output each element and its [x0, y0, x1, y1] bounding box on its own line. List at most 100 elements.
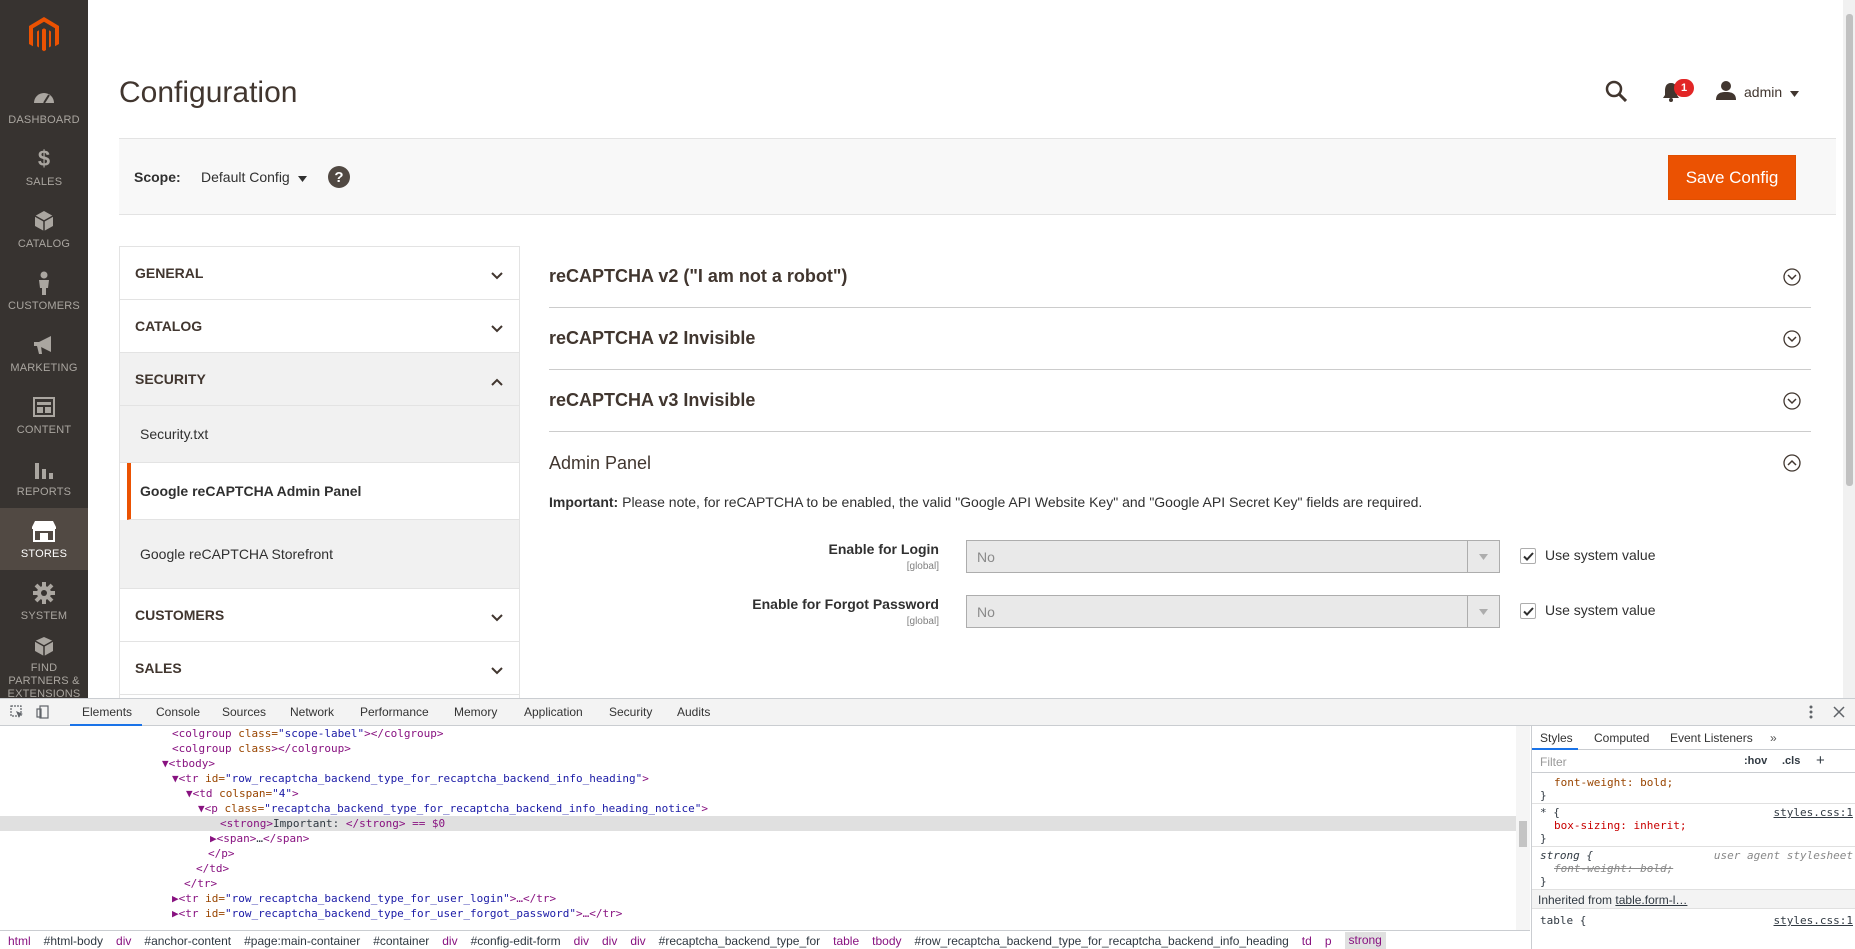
chevron-down-icon [491, 267, 503, 283]
breadcrumb-item[interactable]: div [116, 934, 131, 948]
devtools-tab-console[interactable]: Console [156, 705, 200, 719]
sidebar-item-system[interactable]: SYSTEM [0, 570, 88, 632]
section-recaptcha-v3-invisible[interactable]: reCAPTCHA v3 Invisible [549, 370, 1811, 432]
inherited-link[interactable]: table.form-l… [1615, 893, 1687, 907]
breadcrumb-item[interactable]: p [1325, 934, 1332, 948]
devtools-tab-audits[interactable]: Audits [677, 705, 710, 719]
devtools-tabbar: Elements Console Sources Network Perform… [0, 699, 1855, 726]
devtools-tab-network[interactable]: Network [290, 705, 334, 719]
breadcrumb-item[interactable]: #anchor-content [144, 934, 231, 948]
tab-customers[interactable]: CUSTOMERS [120, 589, 519, 642]
devtools-tab-security[interactable]: Security [609, 705, 652, 719]
chevron-down-icon [491, 662, 503, 678]
search-icon[interactable] [1605, 80, 1628, 107]
page-title: Configuration [119, 76, 298, 109]
sidebar-item-content[interactable]: CONTENT [0, 384, 88, 446]
device-toolbar-icon[interactable] [36, 705, 50, 724]
devtools-tab-sources[interactable]: Sources [222, 705, 266, 719]
sidebar-item-dashboard[interactable]: DASHBOARD [0, 74, 88, 136]
dom-scrollbar[interactable] [1516, 726, 1530, 930]
style-prop[interactable]: box-sizing: inherit; [1554, 819, 1686, 832]
dom-line[interactable]: ▼<tr id="row_recaptcha_backend_type_for_… [0, 771, 1516, 786]
dom-line[interactable]: ▼<tbody> [0, 756, 1516, 771]
person-icon [37, 270, 51, 296]
breadcrumb-item[interactable]: #row_recaptcha_backend_type_for_recaptch… [915, 934, 1289, 948]
breadcrumb-item[interactable]: #html-body [44, 934, 103, 948]
section-admin-panel[interactable]: Admin Panel [549, 432, 1811, 494]
page-scrollbar[interactable] [1843, 0, 1855, 698]
devtools-tab-memory[interactable]: Memory [454, 705, 497, 719]
help-icon[interactable]: ? [328, 166, 350, 188]
tab-catalog[interactable]: CATALOG [120, 300, 519, 353]
breadcrumb-item[interactable]: tbody [872, 934, 901, 948]
sidebar-item-customers[interactable]: CUSTOMERS [0, 260, 88, 322]
scrollbar-thumb[interactable] [1846, 14, 1853, 486]
sidebar-item-catalog[interactable]: CATALOG [0, 198, 88, 260]
sidebar-item-marketing[interactable]: MARKETING [0, 322, 88, 384]
style-prop[interactable]: font-weight: bold; [1554, 776, 1673, 789]
sidebar-item-reports[interactable]: REPORTS [0, 446, 88, 508]
dom-line-selected[interactable]: <strong>Important: </strong> == $0 [0, 816, 1516, 831]
section-recaptcha-v2[interactable]: reCAPTCHA v2 ("I am not a robot") [549, 246, 1811, 308]
caret-down-icon [1467, 541, 1499, 572]
subtab-recaptcha-storefront[interactable]: Google reCAPTCHA Storefront [120, 520, 519, 589]
subtab-security-txt[interactable]: Security.txt [120, 406, 519, 463]
save-config-button[interactable]: Save Config [1668, 155, 1796, 200]
add-rule-icon[interactable]: + [1816, 752, 1825, 769]
tab-styles[interactable]: Styles [1540, 731, 1573, 745]
breadcrumb-item[interactable]: div [630, 934, 645, 948]
use-system-value-checkbox[interactable] [1520, 548, 1536, 564]
breadcrumb-item[interactable]: strong [1344, 932, 1386, 949]
tab-security[interactable]: SECURITY [120, 353, 519, 406]
enable-forgot-password-select[interactable]: No [966, 595, 1500, 628]
tab-sales[interactable]: SALES [120, 642, 519, 695]
kebab-menu-icon[interactable] [1809, 705, 1813, 724]
breadcrumb-item[interactable]: div [602, 934, 617, 948]
enable-login-select[interactable]: No [966, 540, 1500, 573]
sidebar-item-sales[interactable]: $ SALES [0, 136, 88, 198]
breadcrumb-item[interactable]: #container [373, 934, 429, 948]
dom-line[interactable]: </p> [0, 846, 1516, 861]
tab-event-listeners[interactable]: Event Listeners [1670, 731, 1753, 745]
more-tabs-icon[interactable]: » [1770, 731, 1777, 745]
sidebar-item-stores[interactable]: STORES [0, 508, 88, 570]
devtools-tab-application[interactable]: Application [524, 705, 583, 719]
dom-line[interactable]: ▶<tr id="row_recaptcha_backend_type_for_… [0, 906, 1516, 921]
breadcrumb-item[interactable]: div [574, 934, 589, 948]
inspect-element-icon[interactable] [10, 705, 24, 724]
breadcrumb-item[interactable]: div [442, 934, 457, 948]
dom-line[interactable]: ▶<span>…</span> [0, 831, 1516, 846]
style-prop-overridden[interactable]: font-weight: bold; [1554, 862, 1673, 875]
scrollbar-thumb[interactable] [1519, 821, 1527, 847]
dom-line[interactable]: </td> [0, 861, 1516, 876]
breadcrumb-item[interactable]: #page:main-container [244, 934, 360, 948]
sidebar-item-find-partners[interactable]: FIND PARTNERS & EXTENSIONS [0, 636, 88, 700]
cls-toggle[interactable]: .cls [1782, 755, 1800, 767]
tab-general[interactable]: GENERAL [120, 247, 519, 300]
breadcrumb-item[interactable]: td [1302, 934, 1312, 948]
breadcrumb-item[interactable]: #recaptcha_backend_type_for [659, 934, 820, 948]
style-source-link[interactable]: styles.css:1 [1774, 914, 1853, 927]
dom-line[interactable]: ▼<td colspan="4"> [0, 786, 1516, 801]
style-source-link[interactable]: styles.css:1 [1774, 806, 1853, 819]
dom-line[interactable]: <colgroup class="scope-label"></colgroup… [0, 726, 1516, 741]
filter-input[interactable]: Filter [1540, 755, 1567, 769]
hov-toggle[interactable]: :hov [1744, 755, 1767, 767]
section-recaptcha-v2-invisible[interactable]: reCAPTCHA v2 Invisible [549, 308, 1811, 370]
devtools-tab-performance[interactable]: Performance [360, 705, 429, 719]
breadcrumb-item[interactable]: #config-edit-form [471, 934, 561, 948]
tab-computed[interactable]: Computed [1594, 731, 1649, 745]
devtools-tab-elements[interactable]: Elements [82, 705, 132, 719]
close-icon[interactable] [1833, 705, 1845, 723]
scope-switcher[interactable]: Default Config [201, 169, 307, 185]
magento-logo[interactable] [0, 0, 88, 70]
dom-line[interactable]: ▶<tr id="row_recaptcha_backend_type_for_… [0, 891, 1516, 906]
subtab-recaptcha-admin[interactable]: Google reCAPTCHA Admin Panel [127, 463, 519, 520]
user-menu[interactable]: admin [1716, 80, 1800, 103]
dom-line[interactable]: </tr> [0, 876, 1516, 891]
breadcrumb-item[interactable]: table [833, 934, 859, 948]
breadcrumb-item[interactable]: html [8, 934, 31, 948]
dom-line[interactable]: <colgroup class></colgroup> [0, 741, 1516, 756]
dom-line[interactable]: ▼<p class="recaptcha_backend_type_for_re… [0, 801, 1516, 816]
use-system-value-checkbox[interactable] [1520, 603, 1536, 619]
